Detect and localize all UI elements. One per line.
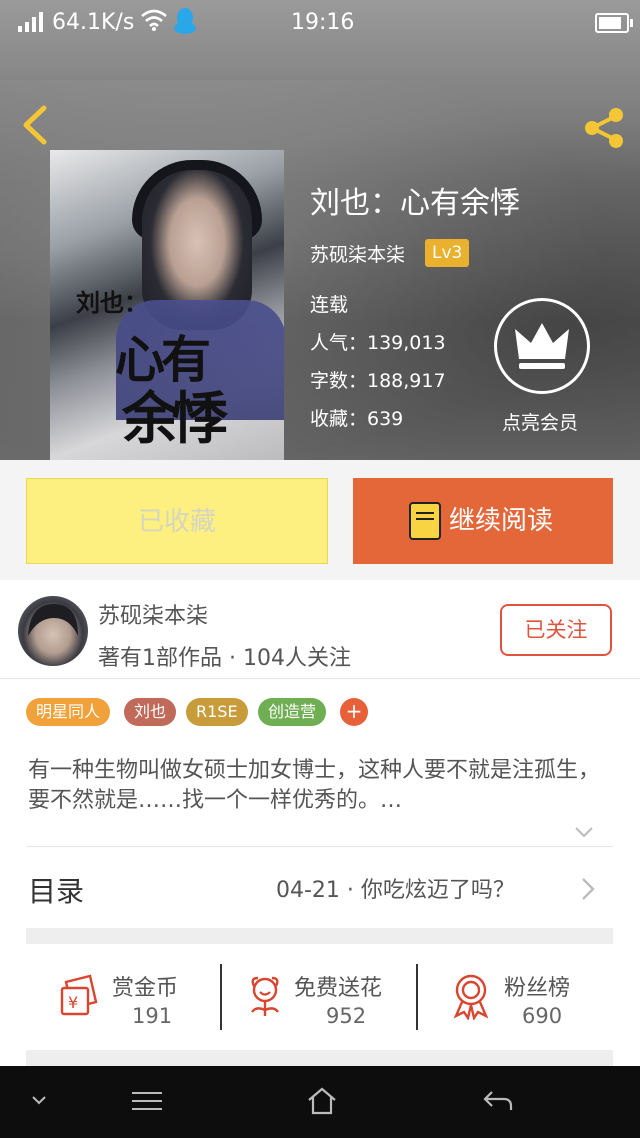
battery-icon bbox=[595, 13, 633, 33]
book-favorites: 收藏：639 bbox=[310, 408, 404, 430]
flower-icon bbox=[251, 976, 279, 1016]
divider bbox=[220, 964, 222, 1030]
book-title: 刘也：心有余悸 bbox=[310, 186, 520, 221]
cover-title-line1: 刘也： bbox=[76, 289, 148, 317]
book-icon bbox=[409, 502, 441, 540]
book-status: 连载 bbox=[310, 294, 349, 316]
back-arrow-icon[interactable] bbox=[14, 100, 54, 150]
cover-title-line3: 余悸 bbox=[122, 387, 228, 452]
send-flower-count: 952 bbox=[326, 1004, 367, 1028]
wifi-icon bbox=[141, 9, 167, 31]
reward-coins-label: 赏金币 bbox=[112, 976, 179, 1001]
author-stats: 著有1部作品 · 104人关注 bbox=[98, 646, 351, 671]
book-author[interactable]: 苏砚柒本柒 bbox=[310, 240, 405, 267]
latest-chapter[interactable]: 04-21 · 你吃炫迈了吗？ bbox=[276, 872, 515, 904]
tag-chuang[interactable]: 创造营 bbox=[258, 698, 327, 726]
tag-r1se[interactable]: R1SE bbox=[186, 698, 248, 726]
book-word-count: 字数：188,917 bbox=[310, 370, 446, 392]
add-tag-plus-icon[interactable]: + bbox=[340, 698, 368, 726]
avatar-photo bbox=[28, 604, 78, 636]
added-to-shelf-button[interactable]: 已收藏 bbox=[26, 478, 328, 564]
crown-icon bbox=[515, 323, 569, 369]
chevron-down-icon[interactable] bbox=[574, 822, 594, 842]
svg-text:¥: ¥ bbox=[68, 993, 78, 1012]
continue-reading-button[interactable]: 继续阅读 bbox=[353, 478, 613, 564]
network-speed: 64.1K/s bbox=[52, 10, 135, 35]
clock: 19:16 bbox=[291, 10, 355, 35]
send-flower-button[interactable]: 免费送花 952 bbox=[240, 960, 410, 1034]
vip-label[interactable]: 点亮会员 bbox=[502, 408, 578, 435]
fan-ranking-label: 粉丝榜 bbox=[504, 976, 571, 1001]
following-button[interactable]: 已关注 bbox=[500, 604, 612, 656]
chevron-right-icon[interactable] bbox=[580, 876, 596, 902]
book-popularity: 人气：139,013 bbox=[310, 332, 446, 354]
tag-idol-fanfic[interactable]: 明星同人 bbox=[26, 698, 111, 726]
author-name[interactable]: 苏砚柒本柒 bbox=[98, 598, 208, 630]
menu-icon[interactable] bbox=[132, 1090, 162, 1112]
share-icon[interactable] bbox=[580, 104, 628, 152]
author-avatar[interactable] bbox=[18, 596, 88, 666]
toc-label[interactable]: 目录 bbox=[28, 870, 84, 910]
reward-coins-count: 191 bbox=[132, 1004, 173, 1028]
qq-icon bbox=[174, 8, 196, 34]
book-cover[interactable]: 刘也： 心有 余悸 bbox=[50, 150, 284, 460]
chevron-down-icon[interactable] bbox=[30, 1094, 48, 1108]
send-flower-label: 免费送花 bbox=[294, 976, 383, 1001]
fan-ranking-button[interactable]: 粉丝榜 690 bbox=[446, 960, 606, 1034]
fan-ranking-count: 690 bbox=[522, 1004, 563, 1028]
award-ribbon-icon bbox=[453, 974, 489, 1020]
continue-reading-label: 继续阅读 bbox=[449, 506, 554, 536]
back-icon[interactable] bbox=[482, 1088, 514, 1114]
gold-coin-icon: ¥ bbox=[60, 974, 98, 1016]
status-bar: 64.1K/s 19:16 bbox=[0, 0, 640, 44]
signal-icon bbox=[18, 12, 43, 32]
divider bbox=[26, 846, 613, 847]
book-description[interactable]: 有一种生物叫做女硕士加女博士，这种人要不就是注孤生，要不然就是……找一个一样优秀… bbox=[28, 756, 612, 816]
system-nav-bar bbox=[0, 1066, 640, 1138]
section-spacer bbox=[26, 1050, 613, 1066]
section-spacer bbox=[26, 928, 613, 944]
author-level-badge: Lv3 bbox=[425, 239, 470, 267]
home-icon[interactable] bbox=[306, 1086, 338, 1116]
vip-button[interactable] bbox=[494, 298, 590, 394]
divider bbox=[0, 678, 640, 679]
divider bbox=[416, 964, 418, 1030]
reward-coins-button[interactable]: ¥ 赏金币 191 bbox=[50, 960, 220, 1034]
tag-liu-ye[interactable]: 刘也 bbox=[124, 698, 177, 726]
